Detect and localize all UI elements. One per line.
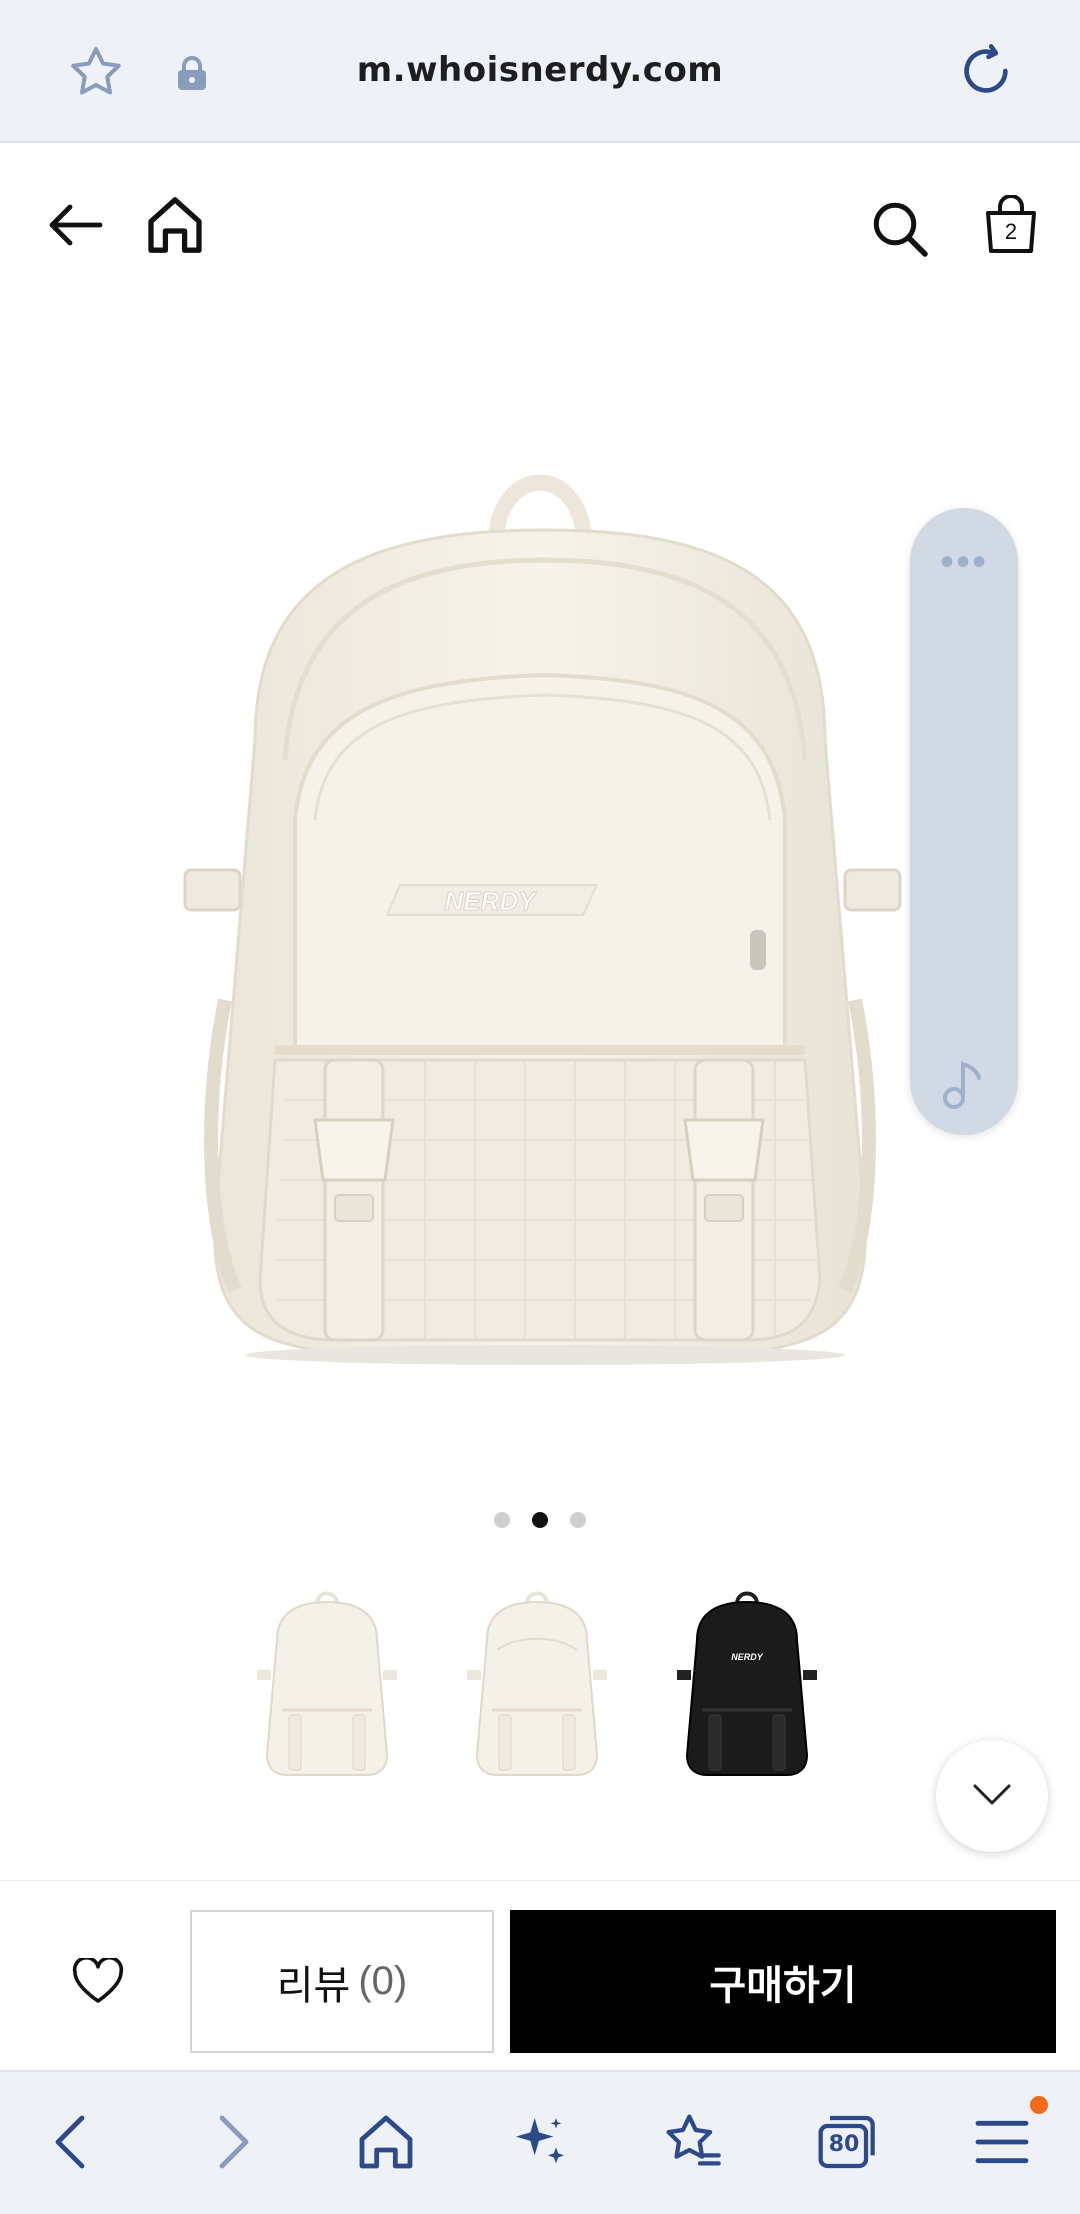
review-button[interactable]: 리뷰 (0) bbox=[190, 1910, 494, 2053]
home-icon[interactable] bbox=[146, 195, 204, 255]
thumbnail-black[interactable]: NERDY bbox=[667, 1590, 827, 1785]
cart-count: 2 bbox=[1004, 219, 1018, 244]
pager-dot[interactable] bbox=[494, 1512, 510, 1528]
back-arrow-icon[interactable] bbox=[48, 203, 104, 247]
purchase-bar: 리뷰 (0) 구매하기 bbox=[0, 1880, 1080, 2070]
nerdy-logo-patch: NERDY bbox=[385, 884, 599, 917]
shopping-bag-icon[interactable]: 2 bbox=[984, 194, 1038, 255]
thumbnail-cream-1[interactable] bbox=[247, 1590, 407, 1785]
heart-icon[interactable] bbox=[72, 1958, 124, 2004]
search-icon[interactable] bbox=[870, 199, 930, 259]
product-backpack-image: NERDY bbox=[183, 474, 902, 1365]
notification-dot bbox=[1030, 2096, 1048, 2114]
logo-text: NERDY bbox=[444, 886, 538, 916]
review-count: (0) bbox=[358, 1959, 408, 2003]
thumbnail-cream-2[interactable] bbox=[457, 1590, 617, 1785]
url-text[interactable]: m.whoisnerdy.com bbox=[0, 50, 1080, 90]
more-dots-icon[interactable]: ••• bbox=[910, 542, 1018, 582]
buy-label: 구매하기 bbox=[709, 1963, 857, 2008]
pager-dot[interactable] bbox=[570, 1512, 586, 1528]
nav-home-icon[interactable] bbox=[354, 2110, 418, 2174]
review-label: 리뷰 bbox=[276, 1963, 351, 2008]
pager-dot-active[interactable] bbox=[532, 1512, 548, 1528]
chevron-down-icon bbox=[973, 1784, 1011, 1805]
music-note-icon[interactable] bbox=[940, 1058, 988, 1110]
nav-back-icon[interactable] bbox=[42, 2110, 106, 2174]
scroll-down-button[interactable] bbox=[936, 1740, 1048, 1852]
thumb-logo-text: NERDY bbox=[731, 1652, 764, 1662]
browser-address-bar: m.whoisnerdy.com bbox=[0, 0, 1080, 143]
browser-bottom-toolbar: 80 bbox=[0, 2070, 1080, 2214]
tab-count: 80 bbox=[828, 2132, 860, 2157]
reload-icon[interactable] bbox=[955, 40, 1017, 102]
menu-icon[interactable] bbox=[970, 2110, 1034, 2174]
bookmarks-icon[interactable] bbox=[660, 2110, 724, 2174]
site-header: 2 bbox=[0, 145, 1080, 310]
tabs-icon[interactable]: 80 bbox=[814, 2110, 878, 2174]
carousel-pagination bbox=[0, 1512, 1080, 1528]
nav-forward-icon[interactable] bbox=[198, 2110, 262, 2174]
buy-button[interactable]: 구매하기 bbox=[510, 1910, 1056, 2053]
floating-side-panel[interactable]: ••• bbox=[910, 508, 1018, 1135]
sparkle-icon[interactable] bbox=[508, 2110, 572, 2174]
product-thumbnails: NERDY bbox=[247, 1590, 827, 1785]
